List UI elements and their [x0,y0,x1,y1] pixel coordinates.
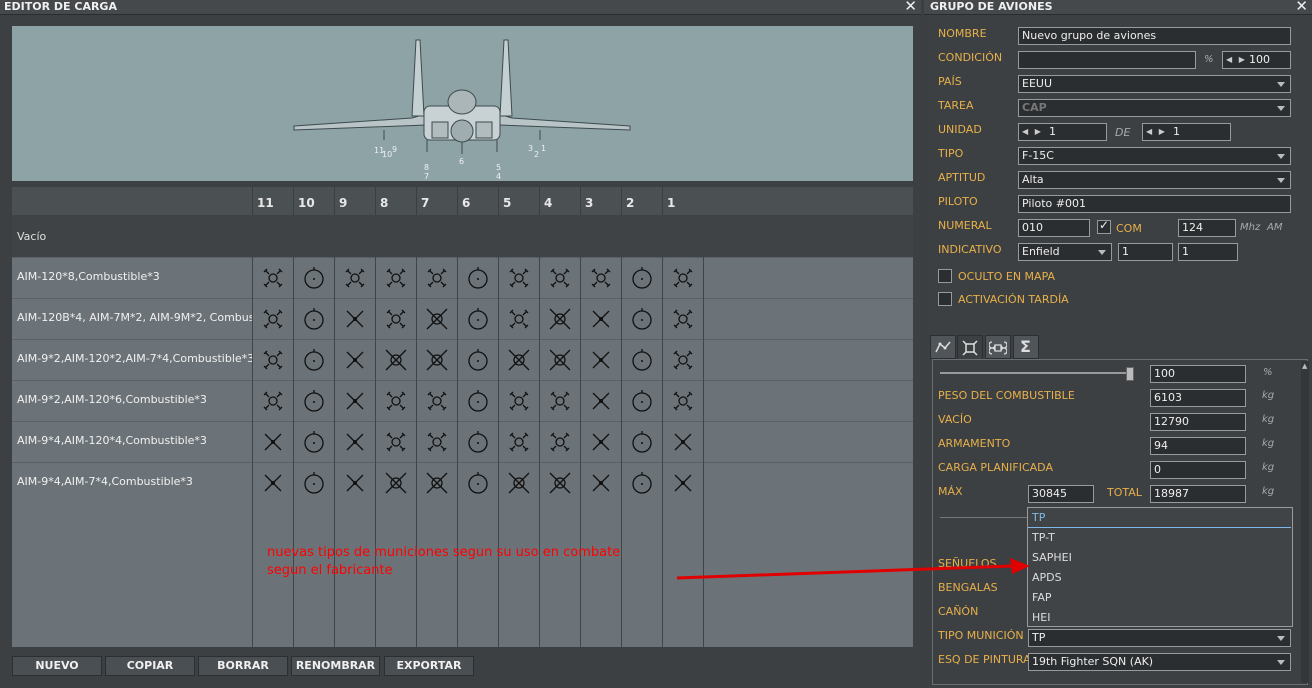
annotation-arrow [676,558,1030,580]
